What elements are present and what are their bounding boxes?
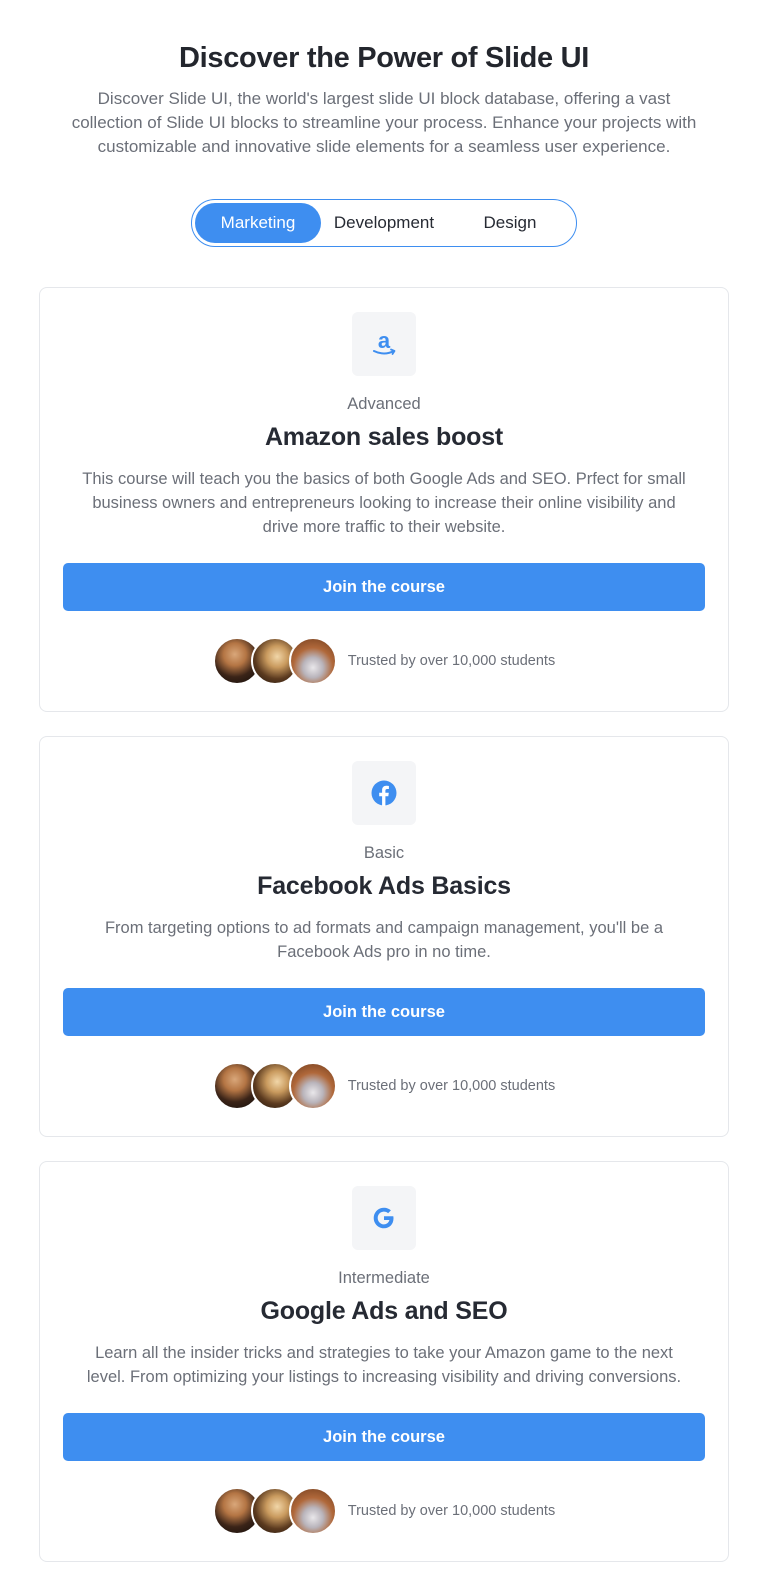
join-course-button[interactable]: Join the course bbox=[63, 1413, 705, 1461]
course-description: From targeting options to ad formats and… bbox=[104, 919, 664, 961]
avatar-group bbox=[212, 1487, 337, 1535]
course-card: a Advanced Amazon sales boost This cours… bbox=[39, 287, 729, 712]
google-icon bbox=[352, 1186, 416, 1250]
page: Discover the Power of Slide UI Discover … bbox=[0, 0, 768, 1562]
avatar bbox=[288, 1062, 337, 1110]
trust-row: Trusted by over 10,000 students bbox=[212, 1062, 556, 1110]
course-list: a Advanced Amazon sales boost This cours… bbox=[39, 287, 729, 1562]
page-subtitle: Discover Slide UI, the world's largest s… bbox=[71, 89, 697, 156]
avatar bbox=[288, 1487, 337, 1535]
course-title: Facebook Ads Basics bbox=[257, 872, 511, 900]
trust-text: Trusted by over 10,000 students bbox=[347, 1078, 556, 1094]
avatar bbox=[288, 637, 337, 685]
facebook-icon bbox=[352, 761, 416, 825]
course-card: Basic Facebook Ads Basics From targeting… bbox=[39, 736, 729, 1137]
course-card: Intermediate Google Ads and SEO Learn al… bbox=[39, 1161, 729, 1562]
course-title: Google Ads and SEO bbox=[260, 1297, 508, 1325]
trust-row: Trusted by over 10,000 students bbox=[212, 1487, 556, 1535]
category-tabs: Marketing Development Design bbox=[191, 199, 577, 247]
tab-marketing[interactable]: Marketing bbox=[195, 203, 321, 243]
join-course-button[interactable]: Join the course bbox=[63, 988, 705, 1036]
trust-text: Trusted by over 10,000 students bbox=[347, 1503, 556, 1519]
course-description: Learn all the insider tricks and strateg… bbox=[86, 1344, 682, 1386]
avatar-group bbox=[212, 1062, 337, 1110]
svg-text:a: a bbox=[378, 329, 391, 353]
trust-row: Trusted by over 10,000 students bbox=[212, 637, 556, 685]
course-title: Amazon sales boost bbox=[264, 423, 504, 451]
tab-design[interactable]: Design bbox=[447, 203, 573, 243]
trust-text: Trusted by over 10,000 students bbox=[347, 653, 556, 669]
page-title: Discover the Power of Slide UI bbox=[179, 42, 589, 74]
avatar-group bbox=[212, 637, 337, 685]
course-description: This course will teach you the basics of… bbox=[82, 470, 686, 536]
amazon-icon: a bbox=[352, 312, 416, 376]
course-level: Intermediate bbox=[338, 1269, 430, 1287]
join-course-button[interactable]: Join the course bbox=[63, 563, 705, 611]
course-level: Advanced bbox=[347, 395, 421, 413]
tab-development[interactable]: Development bbox=[321, 203, 447, 243]
course-level: Basic bbox=[363, 844, 405, 862]
